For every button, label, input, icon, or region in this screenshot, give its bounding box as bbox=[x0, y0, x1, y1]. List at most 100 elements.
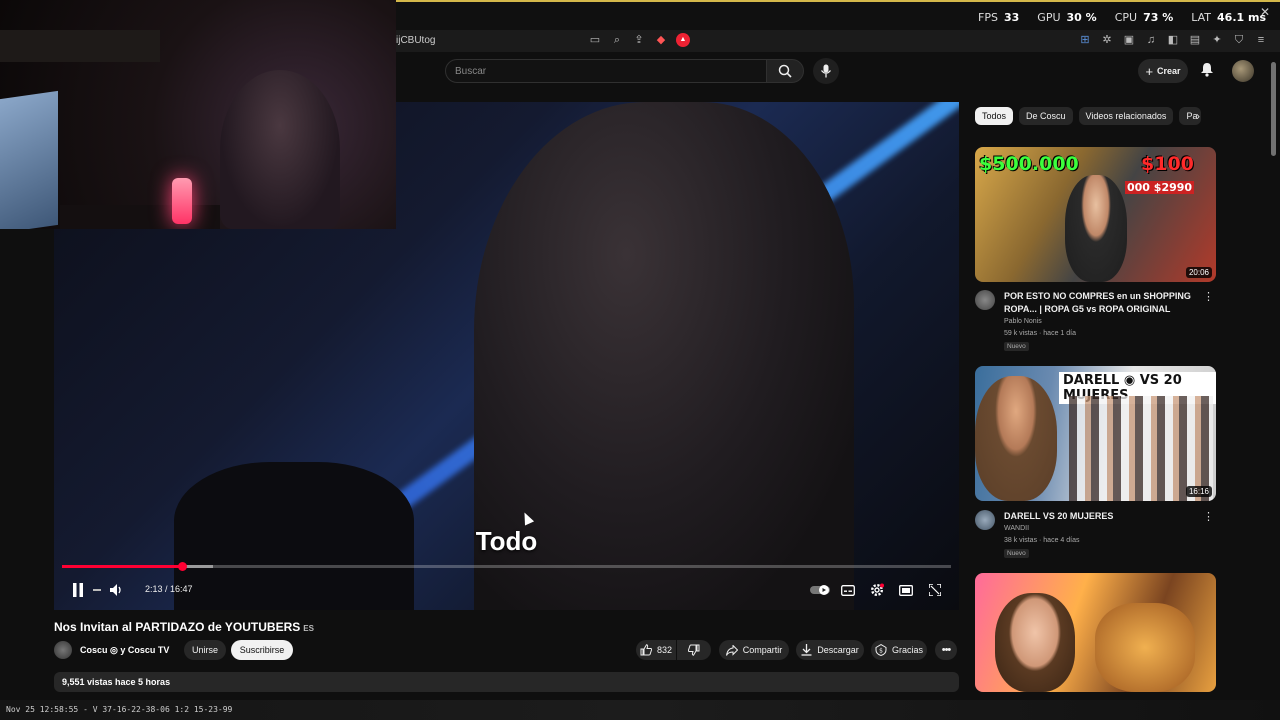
sidebar-icon[interactable]: ◧ bbox=[1166, 33, 1180, 47]
theater-mode-button[interactable] bbox=[898, 583, 914, 597]
next-button[interactable] bbox=[92, 584, 102, 596]
account-avatar[interactable] bbox=[1232, 60, 1254, 82]
cast-icon[interactable]: ▭ bbox=[588, 33, 602, 47]
chip-related[interactable]: Videos relacionados bbox=[1078, 107, 1174, 125]
share-label: Compartir bbox=[742, 645, 783, 655]
new-badge: Nuevo bbox=[1004, 549, 1029, 558]
super-thanks-icon: $ bbox=[875, 644, 887, 656]
dislike-button[interactable] bbox=[677, 640, 711, 660]
thanks-button[interactable]: $ Gracias bbox=[871, 640, 927, 660]
autoplay-toggle[interactable] bbox=[810, 584, 830, 596]
brave-shield-icon[interactable]: ◆ bbox=[654, 33, 668, 47]
subtitles-button[interactable] bbox=[840, 583, 856, 597]
subscribe-button[interactable]: Suscribirse bbox=[231, 640, 293, 660]
recommended-channel[interactable]: WANDII bbox=[1004, 525, 1029, 532]
search-icon bbox=[778, 64, 792, 78]
thumbs-up-icon bbox=[640, 644, 652, 656]
cpu-value: 73 % bbox=[1143, 11, 1174, 24]
page-scrollbar[interactable] bbox=[1271, 62, 1276, 156]
view-count: 9,551 vistas hace 5 horas bbox=[62, 677, 171, 687]
scrubber-handle[interactable] bbox=[178, 562, 187, 571]
search-button[interactable] bbox=[766, 59, 804, 83]
address-bar[interactable]: ijCBUtog bbox=[396, 35, 435, 46]
overlay-status-bar: Nov 25 12:58:55 - V 37-16-22-38-06 1:2 1… bbox=[0, 700, 1280, 720]
download-button[interactable]: Descargar bbox=[796, 640, 864, 660]
share-icon[interactable]: ⇪ bbox=[632, 33, 646, 47]
gpu-value: 30 % bbox=[1066, 11, 1097, 24]
wallet-icon[interactable]: ▤ bbox=[1188, 33, 1202, 47]
recommended-title[interactable]: POR ESTO NO COMPRES en un SHOPPING ROPA.… bbox=[1004, 290, 1200, 316]
join-button[interactable]: Unirse bbox=[184, 640, 226, 660]
channel-avatar[interactable] bbox=[54, 641, 72, 659]
thumbs-down-icon bbox=[688, 644, 700, 656]
video-title: Nos Invitan al PARTIDAZO de YOUTUBERS ES bbox=[54, 620, 314, 634]
pause-icon bbox=[73, 583, 83, 597]
thumb-text-right: $100 bbox=[1141, 153, 1194, 175]
like-button[interactable]: 832 bbox=[636, 640, 676, 660]
menu-icon[interactable]: ≡ bbox=[1254, 33, 1268, 47]
thanks-label: Gracias bbox=[891, 645, 923, 655]
sidebar-filter-chips: Todos De Coscu Videos relacionados Pa bbox=[975, 107, 1202, 125]
channel-avatar[interactable] bbox=[975, 510, 995, 530]
share-arrow-icon bbox=[725, 644, 738, 656]
chip-de-coscu[interactable]: De Coscu bbox=[1019, 107, 1073, 125]
webcam-overlay bbox=[0, 0, 396, 229]
more-vertical-icon[interactable]: ⋮ bbox=[1203, 510, 1214, 523]
fullscreen-icon bbox=[929, 584, 941, 596]
translate-icon[interactable]: ⊞ bbox=[1078, 33, 1092, 47]
gear-icon bbox=[870, 583, 884, 597]
gpu-label: GPU bbox=[1037, 11, 1061, 24]
recommended-thumbnail[interactable]: DARELL ◉ VS 20 MUJERES 16:16 bbox=[975, 366, 1216, 501]
description-box[interactable]: 9,551 vistas hace 5 horas bbox=[54, 672, 959, 692]
leo-icon[interactable]: ✦ bbox=[1210, 33, 1224, 47]
duration-badge: 16:16 bbox=[1185, 486, 1212, 497]
volume-button[interactable] bbox=[108, 583, 124, 597]
search-placeholder: Buscar bbox=[455, 65, 487, 77]
extensions-icon[interactable]: ✲ bbox=[1100, 33, 1114, 47]
time-display: 2:13 / 16:47 bbox=[145, 584, 193, 594]
create-button[interactable]: + Crear bbox=[1138, 59, 1188, 83]
more-vertical-icon[interactable]: ⋮ bbox=[1203, 290, 1214, 303]
zoom-icon[interactable]: ⌕ bbox=[610, 33, 624, 47]
autoplay-toggle-icon bbox=[810, 585, 830, 595]
chevron-right-icon[interactable]: › bbox=[1196, 109, 1200, 123]
subtitle-caption: Todo bbox=[475, 526, 538, 556]
channel-avatar[interactable] bbox=[975, 290, 995, 310]
notifications-button[interactable] bbox=[1200, 62, 1214, 77]
fps-label: FPS bbox=[978, 11, 998, 24]
microphone-icon bbox=[820, 64, 832, 78]
recommended-channel[interactable]: Pablo Nonis bbox=[1004, 318, 1042, 325]
settings-button[interactable] bbox=[869, 582, 885, 598]
recommended-thumbnail[interactable]: $500.000 $100 000 $2990 20:06 bbox=[975, 147, 1216, 282]
like-count: 832 bbox=[656, 645, 673, 655]
recommended-stats: 59 k vistas · hace 1 día bbox=[1004, 330, 1076, 337]
voice-search-button[interactable] bbox=[813, 58, 839, 84]
recommended-title[interactable]: DARELL VS 20 MUJERES bbox=[1004, 510, 1200, 523]
duration-badge: 20:06 bbox=[1185, 267, 1212, 278]
search-input[interactable]: Buscar bbox=[445, 59, 767, 83]
svg-text:$: $ bbox=[879, 648, 883, 655]
recommended-thumbnail[interactable] bbox=[975, 573, 1216, 692]
channel-name[interactable]: Coscu ◎ y Coscu TV bbox=[80, 645, 169, 656]
close-icon[interactable]: ✕ bbox=[1260, 5, 1270, 19]
progress-played bbox=[62, 565, 182, 568]
more-actions-button[interactable]: ••• bbox=[935, 640, 957, 660]
recommended-stats: 38 k vistas · hace 4 días bbox=[1004, 537, 1080, 544]
pause-button[interactable] bbox=[70, 582, 86, 598]
share-button[interactable]: Compartir bbox=[719, 640, 789, 660]
channel-row: Coscu ◎ y Coscu TV Unirse Suscribirse 83… bbox=[54, 640, 959, 662]
screenshot-icon[interactable]: ▣ bbox=[1122, 33, 1136, 47]
chip-todos[interactable]: Todos bbox=[975, 107, 1014, 125]
rewards-icon[interactable]: ▲ bbox=[676, 33, 690, 47]
download-icon bbox=[801, 644, 812, 656]
fullscreen-button[interactable] bbox=[927, 583, 943, 597]
theater-icon bbox=[899, 584, 913, 596]
status-text: Nov 25 12:58:55 - V 37-16-22-38-06 1:2 1… bbox=[6, 705, 233, 714]
progress-bar[interactable] bbox=[62, 562, 951, 571]
more-horizontal-icon: ••• bbox=[941, 644, 952, 656]
language-badge: ES bbox=[303, 624, 314, 633]
music-icon[interactable]: ♫ bbox=[1144, 33, 1158, 47]
create-label: Crear bbox=[1157, 66, 1181, 76]
vpn-icon[interactable]: ⛉ bbox=[1232, 33, 1246, 47]
plus-icon: + bbox=[1145, 63, 1154, 79]
